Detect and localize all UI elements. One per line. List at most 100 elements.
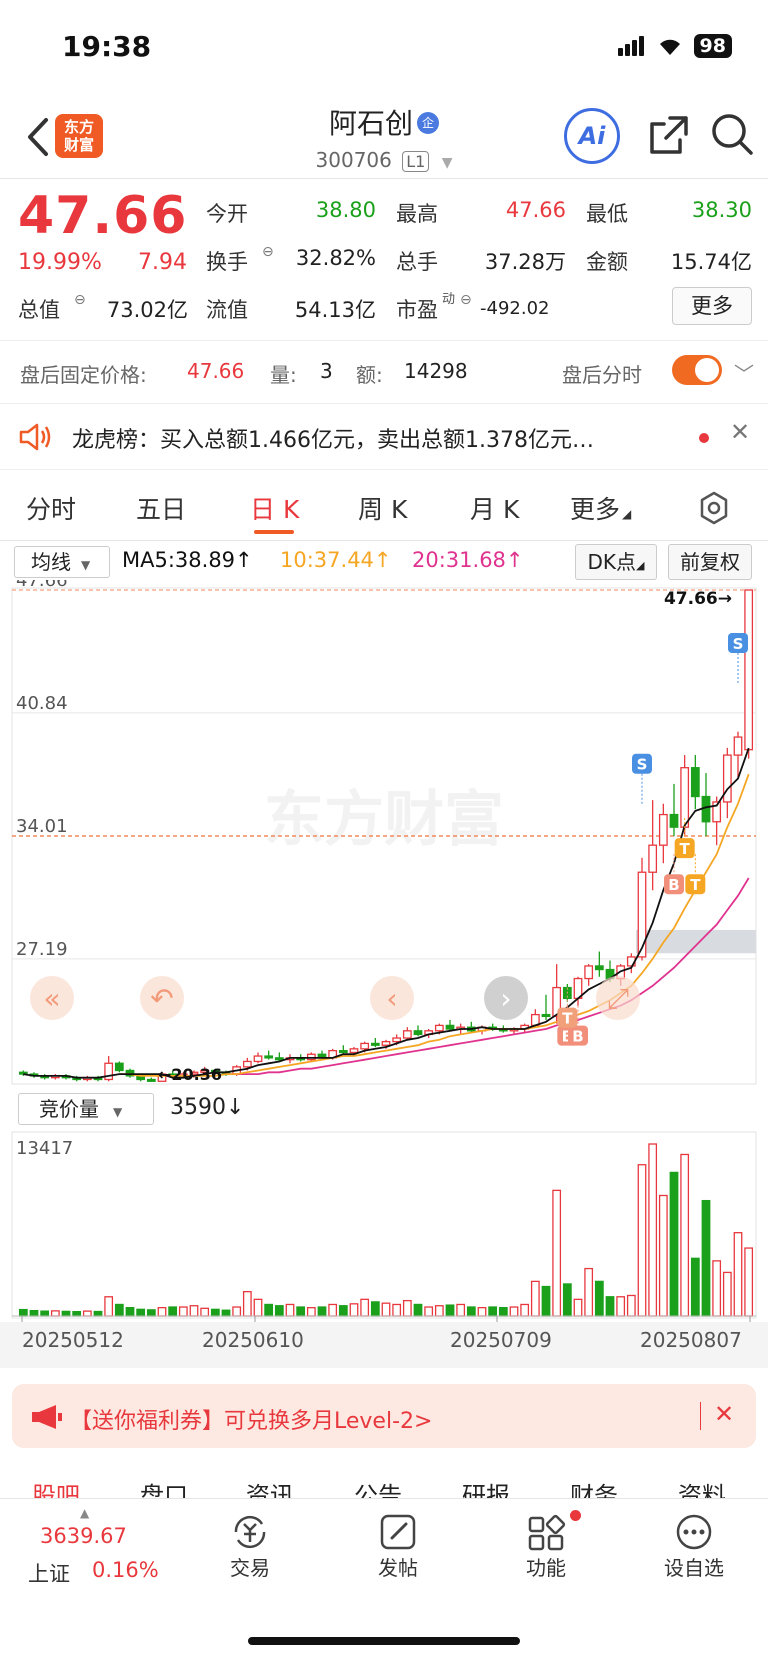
volume-bar [136, 1308, 146, 1317]
volume-bar [648, 1143, 658, 1317]
tab-month-k[interactable]: 月 K [470, 490, 519, 526]
volume-chart[interactable]: 13417 [0, 1128, 768, 1324]
subtab-research[interactable]: 研报 [462, 1476, 510, 1498]
tab-day-k[interactable]: 日 K [250, 490, 299, 526]
volume-bar [680, 1153, 690, 1317]
volume-bar [157, 1307, 167, 1317]
volume-bar [552, 1189, 562, 1317]
kline-chart[interactable]: 东方财富 47.66 40.84 34.01 27.19 47.66→ ←20.36 S S B B… [0, 580, 768, 1090]
chevron-down-icon[interactable]: ﹀ [734, 358, 754, 387]
enterprise-badge: 企 [417, 112, 439, 134]
candle-body [381, 1040, 391, 1046]
volume-bar [541, 1285, 551, 1317]
scroll-left-icon[interactable]: ‹ [370, 976, 414, 1020]
subtab-guba[interactable]: 股吧 [32, 1476, 80, 1498]
nav-post[interactable]: 发帖 [348, 1512, 448, 1581]
ai-button[interactable]: Ai [564, 108, 620, 164]
candle-body [584, 965, 594, 980]
volume-bar [189, 1305, 199, 1317]
volume-max-label: 13417 [16, 1138, 73, 1159]
candle-body [594, 965, 604, 971]
subtab-profile[interactable]: 资料 [678, 1476, 726, 1498]
status-icons: 98 [617, 34, 732, 58]
more-dots-icon [676, 1514, 712, 1550]
volume-value: 3590↓ [170, 1095, 245, 1120]
nav-features[interactable]: 功能 [496, 1512, 596, 1581]
afterhours-vol-label: 量: [270, 363, 297, 387]
afterhours-price: 47.66 [187, 359, 245, 383]
info-icon[interactable]: ⊖ [262, 244, 274, 260]
dragon-tiger-text: 龙虎榜：买入总额1.466亿元，卖出总额1.378亿元… [72, 428, 594, 453]
volume-bar [232, 1306, 242, 1317]
volume-bar [82, 1310, 92, 1317]
home-indicator [248, 1637, 520, 1645]
volume-bar [338, 1305, 348, 1317]
overlay-button-glyph: ⤢ [607, 982, 629, 1015]
x-tick-label: 20250610 [202, 1328, 304, 1352]
ma-select[interactable]: 均线 ▼ [14, 546, 110, 578]
scroll-left-fast-icon[interactable]: « [30, 976, 74, 1020]
volume-value: 37.28万 [484, 250, 566, 274]
reset-icon[interactable]: ↶ [140, 976, 184, 1020]
overlay-button-glyph: « [43, 982, 60, 1015]
adjust-button[interactable]: 前复权 [668, 544, 752, 580]
marker-label: B [668, 876, 679, 894]
subtab-news[interactable]: 资讯 [246, 1476, 294, 1498]
dk-point-button[interactable]: DK点◢ [575, 544, 657, 580]
scroll-right-icon[interactable]: › [484, 976, 528, 1020]
subtab-finance[interactable]: 财务 [570, 1476, 618, 1498]
ma5-value: MA5:38.89↑ [122, 548, 253, 572]
ma20-line [226, 877, 750, 1075]
fullscreen-icon[interactable]: ⤢ [596, 976, 640, 1020]
search-icon[interactable] [710, 112, 754, 156]
volume-bar [317, 1306, 327, 1317]
tab-intraday[interactable]: 分时 [26, 490, 76, 526]
volume-bar [562, 1283, 572, 1317]
volume-bar [520, 1303, 530, 1317]
gear-icon[interactable] [696, 490, 732, 526]
volume-bar [498, 1307, 508, 1317]
share-icon[interactable] [648, 114, 690, 156]
battery-indicator: 98 [693, 34, 732, 58]
candle [541, 994, 551, 1021]
afterhours-toggle[interactable] [672, 355, 722, 385]
index-pct: 0.16% [92, 1558, 159, 1582]
tab-five-day[interactable]: 五日 [136, 490, 186, 526]
watermark: 东方财富 [264, 785, 504, 855]
subtab-announcements[interactable]: 公告 [354, 1476, 402, 1498]
nav-watchlist[interactable]: 设自选 [644, 1512, 744, 1581]
volume-bar [370, 1301, 380, 1317]
candle [712, 796, 722, 846]
candle-body [648, 844, 658, 873]
index-value[interactable]: 3639.67 [40, 1524, 127, 1548]
volume-bar [530, 1280, 540, 1317]
tab-week-k[interactable]: 周 K [358, 490, 407, 526]
mcap-label: 总值 [18, 298, 60, 322]
price-zone [636, 929, 756, 954]
subtab-pankou[interactable]: 盘口 [140, 1476, 188, 1498]
divider [700, 1402, 701, 1430]
close-icon[interactable]: ✕ [730, 418, 750, 446]
y-tick-label: 40.84 [16, 693, 68, 714]
promo-text: 【送你福利券】可兑换多月Level-2> [70, 1409, 433, 1434]
info-icon[interactable]: ⊖ [74, 292, 86, 308]
volume-bar [285, 1303, 295, 1317]
candle [125, 1068, 135, 1078]
volume-bar [712, 1260, 722, 1317]
volume-select[interactable]: 竞价量 ▼ [18, 1093, 154, 1125]
tab-more[interactable]: 更多 ◢ [570, 490, 631, 526]
volume-bar [701, 1199, 711, 1317]
status-time: 19:38 [62, 30, 152, 63]
candle-body [637, 871, 647, 958]
min-price-label: ←20.36 [158, 1065, 222, 1084]
candle-body [274, 1057, 284, 1061]
info-icon[interactable]: ⊖ [460, 292, 472, 308]
candle-body [370, 1042, 380, 1046]
more-button[interactable]: 更多 [672, 287, 752, 325]
candle-body [690, 767, 700, 798]
nav-trade[interactable]: 交易 [200, 1512, 300, 1581]
marker-label: S [637, 756, 648, 774]
volume-bar [125, 1307, 135, 1317]
pe-label: 市盈 [396, 298, 438, 322]
close-icon[interactable]: ✕ [714, 1400, 734, 1428]
